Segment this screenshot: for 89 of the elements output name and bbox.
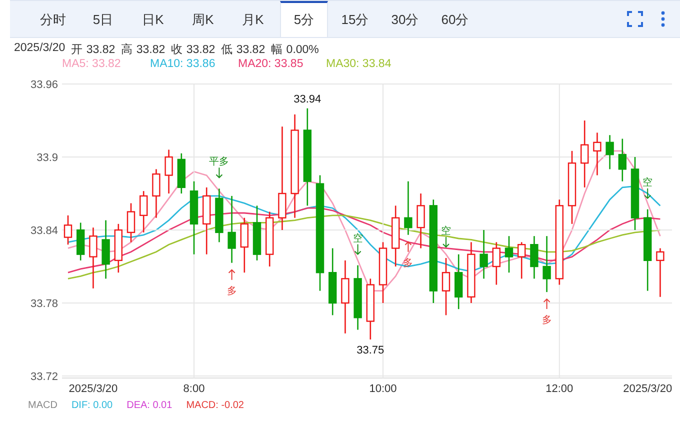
ma-value: : 33.85 <box>268 58 304 72</box>
axis-label: 10:00 <box>369 383 397 395</box>
quote-field: 低 33.82 <box>221 42 266 56</box>
axis-label: 33.78 <box>30 298 58 310</box>
candlestick <box>64 215 72 245</box>
signal-label: 多 <box>226 286 237 297</box>
candlestick <box>266 212 274 266</box>
candlestick <box>580 120 589 188</box>
period-tab[interactable]: 周K <box>180 1 226 37</box>
quote-field: 收 33.82 <box>171 42 216 56</box>
period-tab[interactable]: 5分 <box>280 1 328 37</box>
macd-value: DEA: 0.01 <box>126 400 172 412</box>
candlestick <box>76 222 85 260</box>
signal-label: 空 <box>352 233 363 244</box>
period-tab[interactable]: 60分 <box>432 1 478 37</box>
arrow-down-icon <box>354 244 362 255</box>
candlestick <box>366 278 374 340</box>
date-text: 2025/3/20 <box>14 42 66 56</box>
ma-name: MA20 <box>238 58 268 72</box>
axis-label: 2025/3/20 <box>68 383 118 395</box>
quote-field: 高 33.82 <box>121 42 166 56</box>
arrow-down-icon <box>442 236 450 248</box>
arrow-up-icon <box>543 298 550 310</box>
period-tab[interactable]: 30分 <box>382 1 428 37</box>
candlestick <box>114 224 122 273</box>
macd-value: DIF: 0.00 <box>71 400 113 412</box>
candlestick <box>480 230 488 279</box>
candlestick <box>656 248 664 297</box>
ma-name: MA10 <box>150 58 180 72</box>
candlestick <box>504 236 514 273</box>
candlestick <box>126 203 136 242</box>
ma-value: : 33.82 <box>86 58 121 72</box>
candlestick <box>593 132 602 176</box>
candlestick <box>140 191 148 232</box>
period-tab[interactable]: 月K <box>230 1 276 37</box>
candlestick <box>89 228 98 288</box>
candlestick <box>177 153 186 194</box>
candlestick <box>202 187 211 254</box>
candlestick <box>618 138 626 182</box>
signal-label: 多 <box>542 315 552 326</box>
period-tab[interactable]: 日K <box>130 1 176 37</box>
arrow-up-icon <box>404 241 412 252</box>
arrow-up-icon <box>228 269 236 280</box>
arrow-down-icon <box>216 167 223 178</box>
arrow-down-icon <box>644 188 652 200</box>
ma-name: MA30 <box>326 58 356 72</box>
candlestick <box>606 135 614 170</box>
candlestick <box>542 236 551 292</box>
quote-field: 开 33.82 <box>71 42 116 56</box>
signal-label: 空 <box>441 226 451 237</box>
axis-label: 33.9 <box>36 152 58 164</box>
axis-label: 33.84 <box>30 225 58 237</box>
period-tab[interactable]: 5日 <box>80 1 126 37</box>
period-tab[interactable]: 15分 <box>332 1 378 37</box>
axis-label: 2025/3/20 <box>623 383 672 395</box>
candlestick <box>102 220 110 279</box>
candlestick <box>240 218 248 273</box>
candlestick <box>467 242 476 303</box>
candlestick <box>518 242 526 279</box>
candlestick <box>328 248 337 316</box>
quote-field: 幅 0.00% <box>271 42 319 56</box>
candlestick <box>454 254 463 310</box>
candlestick <box>378 242 388 303</box>
price-label: 33.75 <box>356 344 384 356</box>
candlestick <box>164 150 173 194</box>
axis-label: 8:00 <box>183 383 205 395</box>
candlestick <box>354 265 362 330</box>
candlestick <box>530 236 538 279</box>
price-label: 33.94 <box>294 93 322 106</box>
axis-label: 33.72 <box>30 371 58 383</box>
candlestick <box>152 169 160 218</box>
ma-name: MA5 <box>62 58 86 72</box>
axis-label: 12:00 <box>546 383 574 395</box>
candlestick <box>215 188 224 242</box>
candlestick <box>404 181 412 235</box>
candlestick <box>442 258 450 316</box>
candlestick <box>416 194 425 248</box>
candlestick <box>252 206 262 260</box>
candlestick <box>228 196 236 263</box>
macd-value: MACD: -0.02 <box>186 400 244 412</box>
period-tab[interactable]: 分时 <box>30 1 76 37</box>
ma-value: : 33.84 <box>356 58 392 72</box>
axis-label: 33.96 <box>30 79 58 91</box>
macd-value: MACD <box>28 400 58 412</box>
candlestick <box>392 206 400 266</box>
ma-value: : 33.86 <box>180 58 216 72</box>
signal-label: 平多 <box>209 156 230 168</box>
candlestick <box>492 242 500 285</box>
signal-label: 空 <box>642 177 653 188</box>
